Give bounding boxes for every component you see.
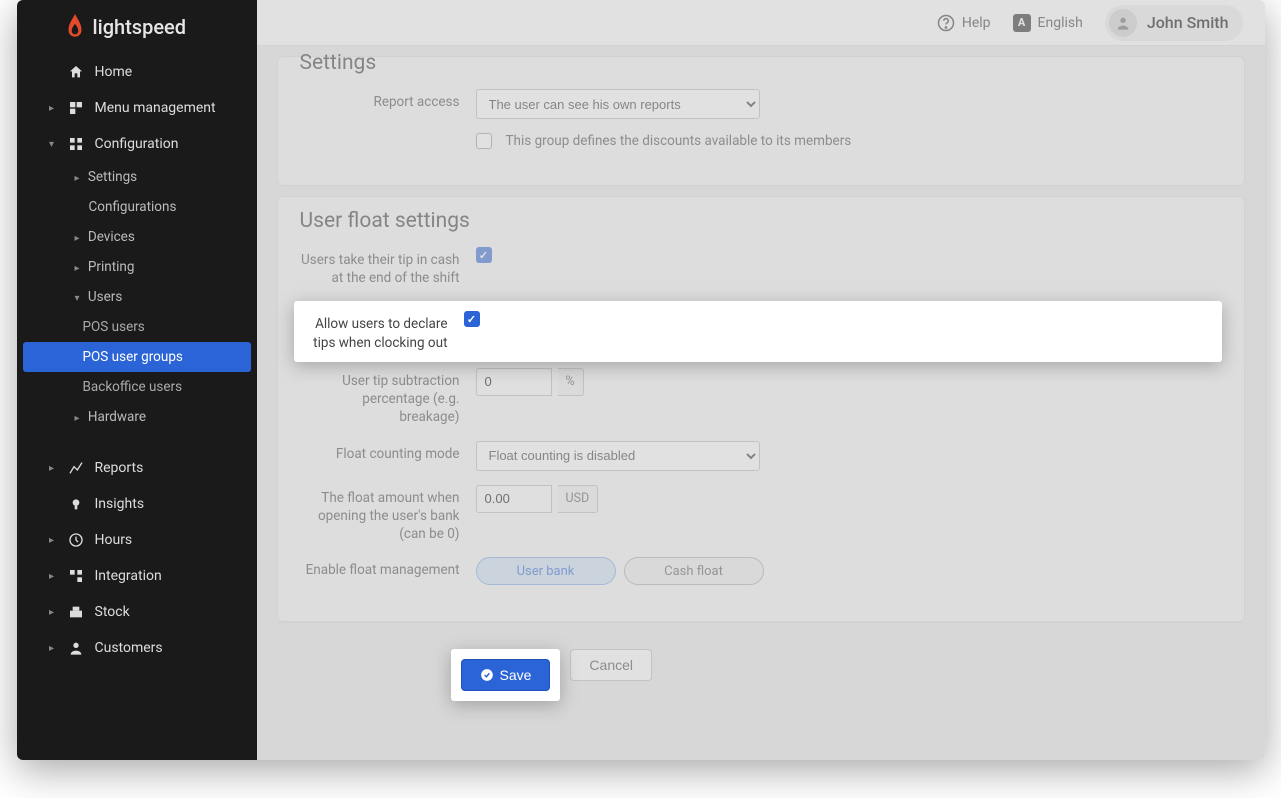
float-mode-select[interactable]: Float counting is disabled (476, 441, 760, 471)
config-icon (67, 136, 85, 152)
float-amount-input[interactable] (476, 485, 552, 513)
flame-icon (65, 14, 85, 40)
brand-text: lightspeed (93, 15, 187, 39)
language-icon: A (1013, 14, 1031, 32)
nav-integration[interactable]: ▸ Integration (17, 558, 257, 594)
help-link[interactable]: Help (937, 14, 991, 32)
topbar: Help A English John Smith (257, 0, 1265, 46)
nav-insights[interactable]: Insights (17, 486, 257, 522)
reports-icon (67, 460, 85, 476)
report-access-label: Report access (300, 89, 460, 111)
help-icon (937, 14, 955, 32)
nav-settings[interactable]: ▸ Settings (17, 162, 257, 192)
language-selector[interactable]: A English (1013, 14, 1083, 32)
main-panel: Help A English John Smith Settings Repor… (257, 0, 1265, 760)
nav-menu-management[interactable]: ▸ Menu management (17, 90, 257, 126)
settings-panel: Settings Report access The user can see … (277, 56, 1245, 186)
user-float-title: User float settings (300, 209, 1222, 233)
save-button[interactable]: Save (461, 659, 551, 691)
user-menu[interactable]: John Smith (1105, 5, 1243, 41)
float-amount-unit: USD (558, 485, 599, 513)
discounts-checkbox[interactable] (476, 133, 492, 149)
discounts-label: This group defines the discounts availab… (506, 133, 852, 149)
tip-cash-checkbox[interactable] (476, 247, 492, 263)
nav-stock[interactable]: ▸ Stock (17, 594, 257, 630)
nav-backoffice-users[interactable]: Backoffice users (17, 372, 257, 402)
cash-float-toggle[interactable]: Cash float (624, 557, 764, 585)
subtraction-input[interactable] (476, 368, 552, 396)
check-circle-icon (480, 668, 494, 682)
nav-pos-user-groups[interactable]: POS user groups (23, 342, 251, 372)
menu-icon (67, 100, 85, 116)
stock-icon (67, 604, 85, 620)
cancel-button[interactable]: Cancel (570, 649, 652, 681)
clock-icon (67, 532, 85, 548)
customers-icon (67, 640, 85, 656)
integration-icon (67, 568, 85, 584)
nav-configurations[interactable]: Configurations (17, 192, 257, 222)
subtraction-unit: % (558, 368, 584, 396)
nav-hours[interactable]: ▸ Hours (17, 522, 257, 558)
sidebar: lightspeed Home ▸ Menu management ▾ Conf… (17, 0, 257, 760)
report-access-select[interactable]: The user can see his own reports (476, 89, 760, 119)
declare-tips-label: Allow users to declare tips when clockin… (294, 311, 448, 351)
insights-icon (67, 496, 85, 512)
home-icon (67, 64, 85, 80)
actions-row: Save Cancel (277, 622, 1245, 711)
brand-logo: lightspeed (17, 0, 257, 54)
subtraction-label: User tip subtraction percentage (e.g. br… (300, 368, 460, 427)
settings-title: Settings (300, 51, 1222, 75)
nav-devices[interactable]: ▸ Devices (17, 222, 257, 252)
tip-cash-label: Users take their tip in cash at the end … (300, 247, 460, 287)
enable-float-label: Enable float management (300, 557, 460, 579)
nav-configuration[interactable]: ▾ Configuration (17, 126, 257, 162)
nav-customers[interactable]: ▸ Customers (17, 630, 257, 666)
nav-users[interactable]: ▾ Users (17, 282, 257, 312)
user-bank-toggle[interactable]: User bank (476, 557, 616, 585)
float-amount-label: The float amount when opening the user's… (300, 485, 460, 544)
nav-hardware[interactable]: ▸ Hardware (17, 402, 257, 432)
nav-reports[interactable]: ▸ Reports (17, 450, 257, 486)
float-mode-label: Float counting mode (300, 441, 460, 463)
user-float-panel: User float settings Users take their tip… (277, 196, 1245, 622)
declare-tips-row: Allow users to declare tips when clockin… (294, 301, 1222, 361)
declare-tips-checkbox[interactable] (464, 311, 480, 327)
nav-home[interactable]: Home (17, 54, 257, 90)
avatar-icon (1109, 9, 1137, 37)
nav-printing[interactable]: ▸ Printing (17, 252, 257, 282)
nav-pos-users[interactable]: POS users (17, 312, 257, 342)
